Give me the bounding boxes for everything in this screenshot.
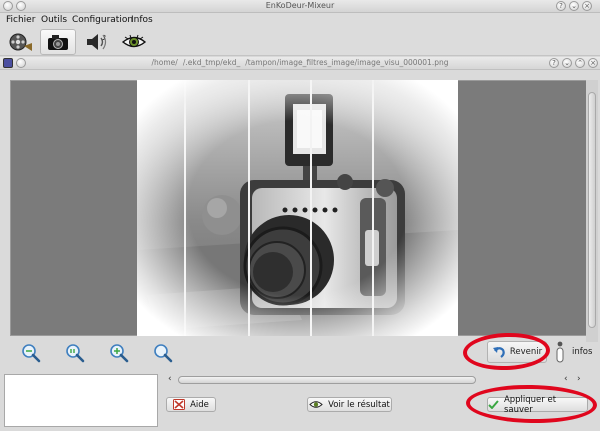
menu-infos[interactable]: Infos (131, 15, 153, 25)
help-icon[interactable]: ? (549, 58, 559, 68)
minimize-icon[interactable]: ⌄ (562, 58, 572, 68)
film-reel-icon (9, 33, 32, 51)
close-icon[interactable]: × (582, 1, 592, 11)
zoom-in-icon[interactable] (108, 343, 130, 363)
scroll-right-arrow-icon[interactable]: › (577, 374, 581, 384)
scroll-left-arrow-icon[interactable]: ‹ (564, 374, 568, 384)
video-tool-button[interactable] (2, 29, 38, 55)
menu-fichier[interactable]: Fichier (6, 15, 35, 25)
eye-icon (121, 34, 147, 48)
speaker-icon: ♪ (87, 34, 106, 50)
image-tool-button[interactable] (40, 29, 76, 55)
minimize-icon[interactable]: ⌄ (569, 1, 579, 11)
info-icon[interactable] (555, 341, 565, 363)
scroll-thumb[interactable] (178, 376, 476, 384)
preview-file-path: /home/ /.ekd_tmp/ekd_ /tampon/image_filt… (151, 58, 449, 67)
eye-icon (309, 401, 323, 408)
main-title-bar: EnKoDeur-Mixeur ? ⌄ × (0, 0, 600, 13)
voir-resultat-label: Voir le résultat (328, 399, 390, 410)
help-ring-icon (173, 399, 186, 410)
maximize-icon[interactable]: ⌃ (575, 58, 585, 68)
preview-title-bar: /home/ /.ekd_tmp/ekd_ /tampon/image_filt… (0, 57, 600, 70)
window-title: EnKoDeur-Mixeur (265, 1, 335, 10)
aide-button[interactable]: Aide (166, 397, 216, 412)
toolbar: ♪ (0, 28, 600, 56)
preview-image (137, 80, 458, 336)
vertical-scrollbar[interactable] (586, 80, 598, 342)
menu-configuration[interactable]: Configuration (72, 15, 133, 25)
voir-resultat-button[interactable]: Voir le résultat (307, 397, 392, 412)
infos-label: infos (572, 347, 593, 357)
help-icon[interactable]: ? (556, 1, 566, 11)
close-icon[interactable]: × (588, 58, 598, 68)
zoom-100-icon[interactable] (64, 343, 86, 363)
menubar: Fichier Outils Configuration Infos (0, 13, 600, 28)
zoom-fit-icon[interactable] (20, 343, 42, 363)
svg-text:♪: ♪ (102, 34, 106, 42)
scroll-left-arrow-icon[interactable]: ‹ (168, 374, 172, 384)
audio-tool-button[interactable]: ♪ (78, 29, 114, 55)
scroll-thumb[interactable] (588, 92, 596, 328)
view-tool-button[interactable] (116, 29, 152, 55)
camera-icon (48, 35, 68, 50)
aide-label: Aide (190, 399, 209, 410)
thumbnail-panel (4, 374, 158, 427)
menu-outils[interactable]: Outils (41, 15, 67, 25)
zoom-out-icon[interactable] (152, 343, 174, 363)
